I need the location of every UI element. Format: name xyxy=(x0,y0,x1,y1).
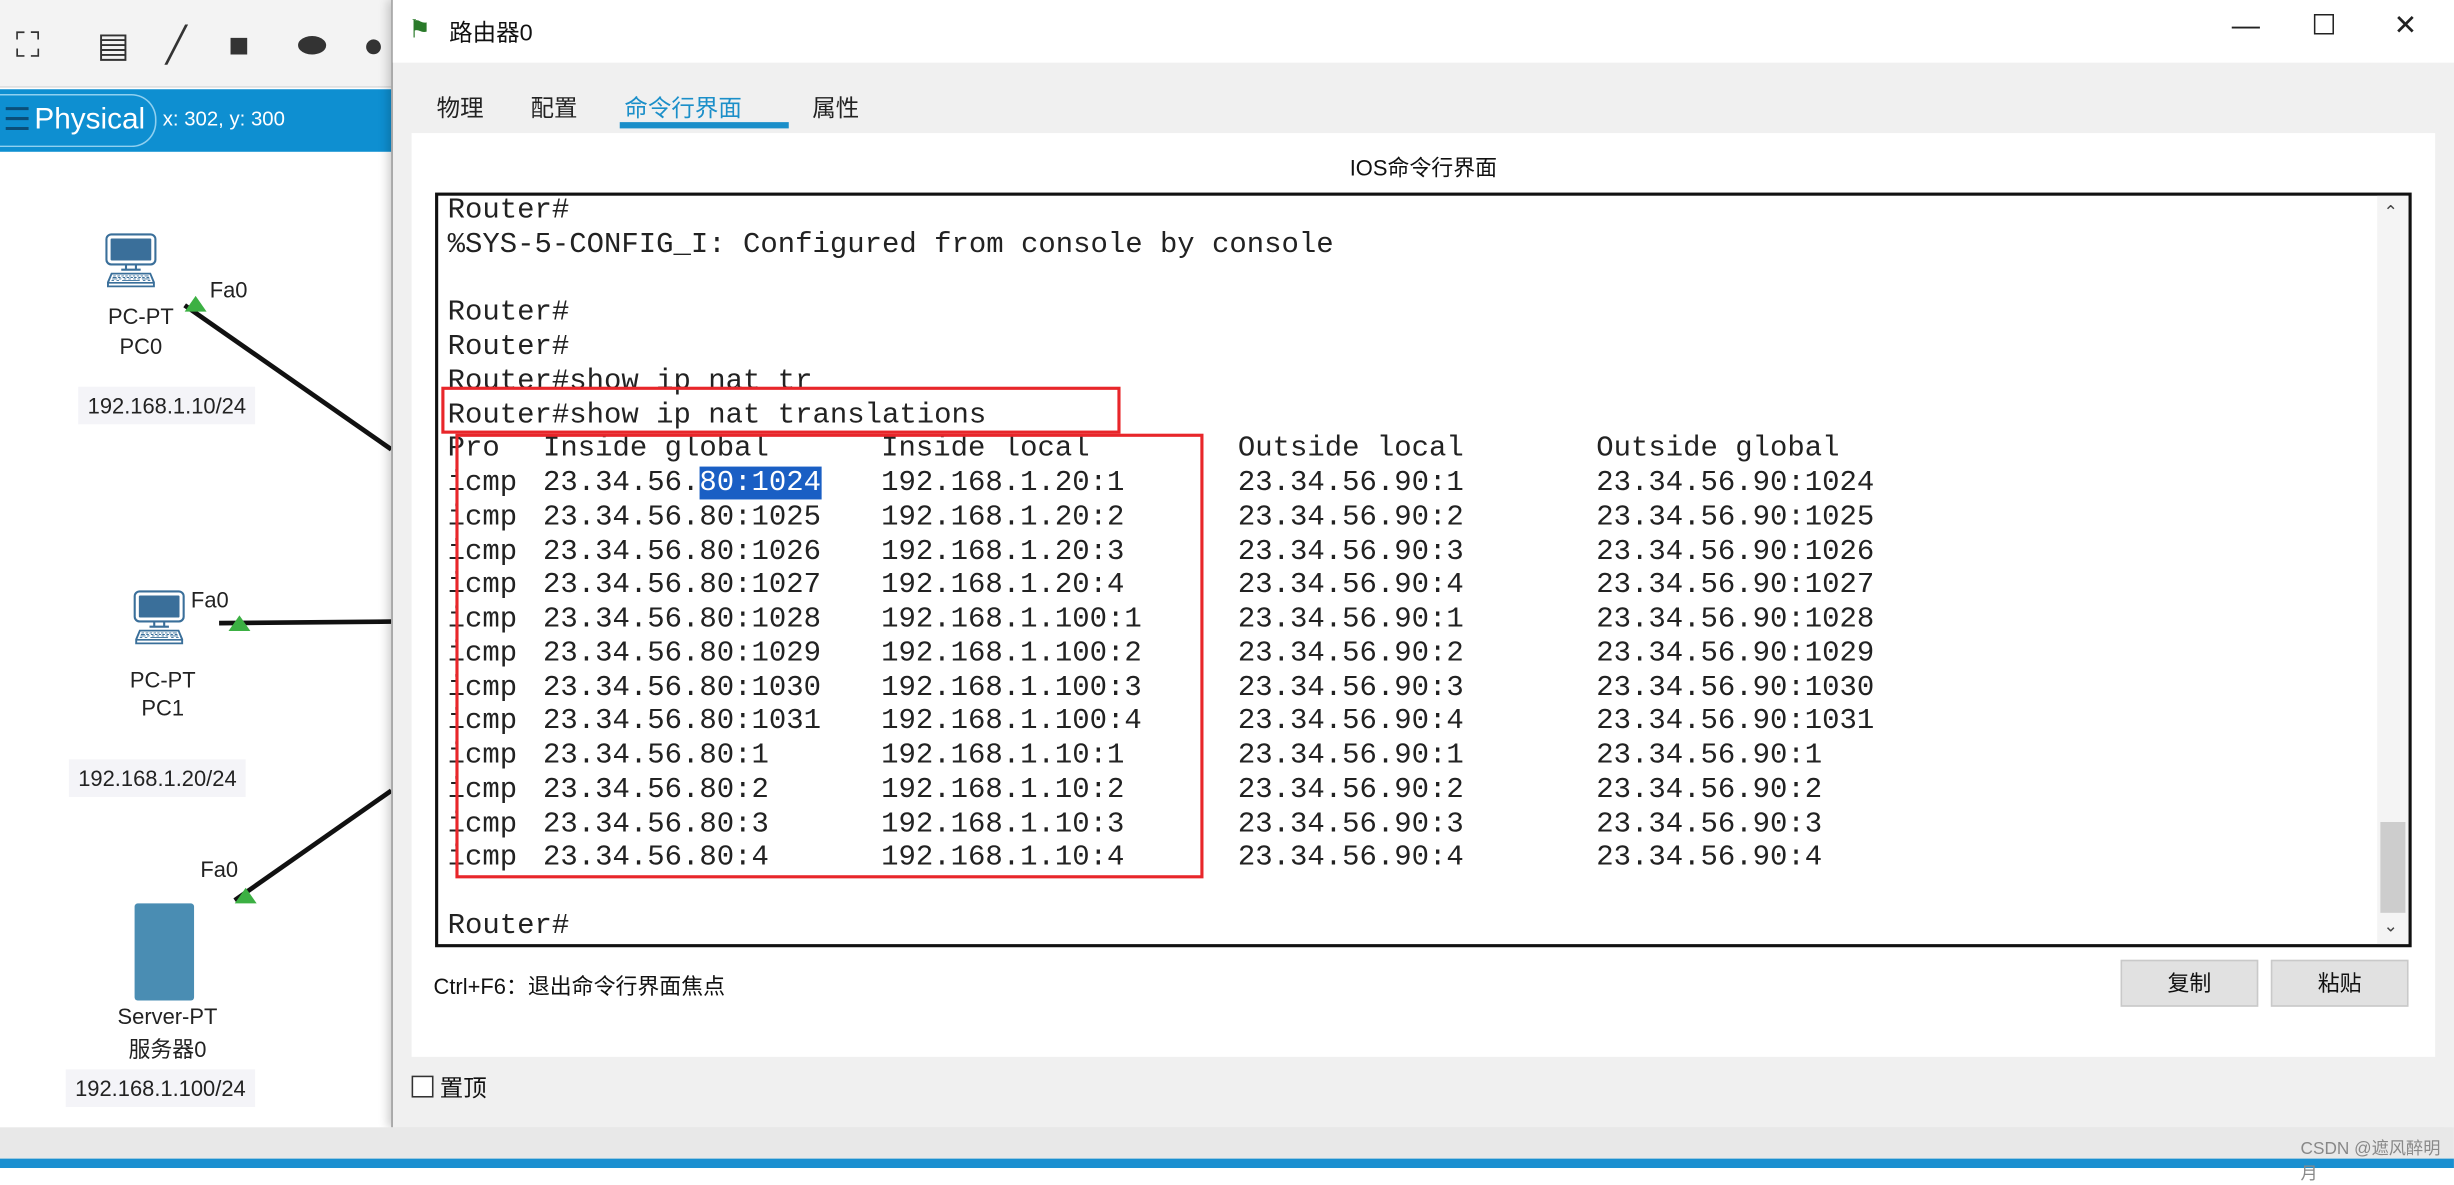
table-cell: 23.34.56.90:2 xyxy=(1596,773,1823,806)
terminal-line: Router# xyxy=(447,194,570,228)
annotation-box-command xyxy=(441,386,1121,434)
physical-mode-button[interactable]: Physical xyxy=(0,93,157,148)
select-region-icon[interactable]: ⛶ xyxy=(16,27,40,62)
table-cell: 23.34.56.90:1030 xyxy=(1596,670,1875,704)
pc0-name: PC0 xyxy=(119,333,163,359)
tab-cli[interactable]: 命令行界面 xyxy=(624,91,741,124)
pc1-name: PC1 xyxy=(141,695,185,721)
table-cell: 23.34.56.90:2 xyxy=(1237,773,1464,806)
maximize-icon[interactable]: ☐ xyxy=(2293,9,2356,42)
table-cell: 23.34.56.90:1 xyxy=(1596,739,1823,772)
panel-title: IOS命令行界面 xyxy=(1349,155,1498,181)
ellipse-icon[interactable]: ⬬ xyxy=(297,27,326,62)
table-cell: 23.34.56.90:1 xyxy=(1237,602,1464,636)
window-title: 路由器0 xyxy=(449,20,533,47)
table-cell: 23.34.56.90:1027 xyxy=(1596,568,1875,602)
server-type: Server-PT xyxy=(117,1003,218,1029)
pc0-port: Fa0 xyxy=(209,277,248,303)
table-cell: 23.34.56.90:3 xyxy=(1237,670,1464,704)
link-up-icon xyxy=(234,887,257,904)
router-app-icon: ⚑ xyxy=(408,17,431,44)
table-cell: 23.34.56.90:4 xyxy=(1237,568,1464,602)
scroll-up-icon[interactable]: ⌃ xyxy=(2383,202,2397,223)
cursor-coords: x: 302, y: 300 xyxy=(162,106,285,130)
terminal-line: %SYS-5-CONFIG_I: Configured from console… xyxy=(447,228,1334,262)
header-cell: Outside global xyxy=(1596,432,1840,466)
focus-hint: Ctrl+F6：退出命令行界面焦点 xyxy=(433,973,726,999)
tab-config[interactable]: 配置 xyxy=(531,91,578,124)
pc1-icon[interactable]: 🖥 xyxy=(125,587,193,650)
annotation-box-table xyxy=(455,433,1204,879)
router-window: ⚑ 路由器0 — ☐ ✕ 物理 配置 命令行界面 属性 IOS命令行界面 Rou… xyxy=(391,0,2454,1128)
freeform-icon[interactable]: ● xyxy=(363,27,384,62)
watermark: CSDN @遮风醉明月 xyxy=(2300,1139,2441,1184)
terminal-line: Router# xyxy=(447,330,570,364)
table-cell: 23.34.56.90:1031 xyxy=(1596,704,1875,738)
table-cell: 23.34.56.90:4 xyxy=(1237,841,1464,875)
table-cell: 23.34.56.90:4 xyxy=(1596,841,1823,875)
pc1-port: Fa0 xyxy=(190,587,229,613)
scroll-down-icon[interactable]: ⌄ xyxy=(2383,916,2397,937)
bottom-toolbar xyxy=(0,1158,2454,1169)
terminal-console[interactable]: Router# %SYS-5-CONFIG_I: Configured from … xyxy=(435,192,2412,948)
minimize-icon[interactable]: — xyxy=(2214,9,2277,42)
table-cell: 23.34.56.90:1028 xyxy=(1596,602,1875,636)
rectangle-icon[interactable]: ■ xyxy=(228,27,249,62)
checkbox-icon[interactable] xyxy=(411,1075,434,1098)
note-icon[interactable]: ▤ xyxy=(97,27,130,62)
scrollbar-thumb[interactable] xyxy=(2380,821,2406,913)
table-cell: 23.34.56.90:1 xyxy=(1237,739,1464,772)
link-pc0 xyxy=(183,303,392,452)
pin-label: 置顶 xyxy=(439,1075,487,1103)
copy-button[interactable]: 复制 xyxy=(2120,959,2259,1007)
line-icon[interactable]: ╱ xyxy=(166,27,187,62)
pc0-icon[interactable]: 🖥 xyxy=(97,230,165,293)
table-cell: 23.34.56.90:2 xyxy=(1237,636,1464,670)
paste-button[interactable]: 粘贴 xyxy=(2270,959,2409,1007)
pc0-ip: 192.168.1.10/24 xyxy=(78,386,256,425)
terminal-prompt: Router# xyxy=(447,909,570,943)
link-up-icon xyxy=(228,615,251,631)
table-cell: 23.34.56.90:1024 xyxy=(1596,466,1875,500)
table-cell: 23.34.56.90:1 xyxy=(1237,466,1464,500)
header-cell: Outside local xyxy=(1237,432,1464,466)
pin-on-top-checkbox[interactable]: 置顶 xyxy=(411,1071,487,1104)
table-cell: 23.34.56.90:4 xyxy=(1237,704,1464,738)
tab-physical[interactable]: 物理 xyxy=(437,91,484,124)
tab-bar: 物理 配置 命令行界面 属性 xyxy=(412,75,2434,134)
status-strip xyxy=(0,1127,2454,1159)
server-icon[interactable] xyxy=(134,903,195,1001)
table-cell: 23.34.56.90:1029 xyxy=(1596,636,1875,670)
active-tab-indicator xyxy=(619,122,789,129)
pc1-type: PC-PT xyxy=(129,666,196,693)
link-server xyxy=(233,788,392,903)
table-cell: 23.34.56.90:3 xyxy=(1237,534,1464,568)
server-ip: 192.168.1.100/24 xyxy=(65,1069,256,1107)
pc0-type: PC-PT xyxy=(107,303,174,329)
pc1-ip: 192.168.1.20/24 xyxy=(68,759,247,797)
table-cell: 23.34.56.90:3 xyxy=(1237,807,1464,840)
topology-canvas[interactable]: 🖥 Fa0 PC-PT PC0 192.168.1.10/24 🖥 Fa0 PC… xyxy=(0,151,392,1128)
drawing-toolbar: ⛶ ▤ ╱ ■ ⬬ ● xyxy=(0,0,392,88)
table-cell: 23.34.56.90:3 xyxy=(1596,807,1823,840)
table-cell: 23.34.56.90:2 xyxy=(1237,500,1464,534)
title-bar[interactable]: ⚑ 路由器0 — ☐ ✕ xyxy=(392,0,2454,63)
terminal-line: Router# xyxy=(447,296,570,330)
server-name: 服务器0 xyxy=(128,1036,207,1062)
tab-attributes[interactable]: 属性 xyxy=(812,91,859,124)
cli-panel: IOS命令行界面 Router# %SYS-5-CONFIG_I: Configu… xyxy=(411,133,2436,1057)
close-icon[interactable]: ✕ xyxy=(2374,9,2437,42)
table-cell: 23.34.56.90:1026 xyxy=(1596,534,1875,568)
server-port: Fa0 xyxy=(200,856,239,882)
table-cell: 23.34.56.90:1025 xyxy=(1596,500,1875,534)
